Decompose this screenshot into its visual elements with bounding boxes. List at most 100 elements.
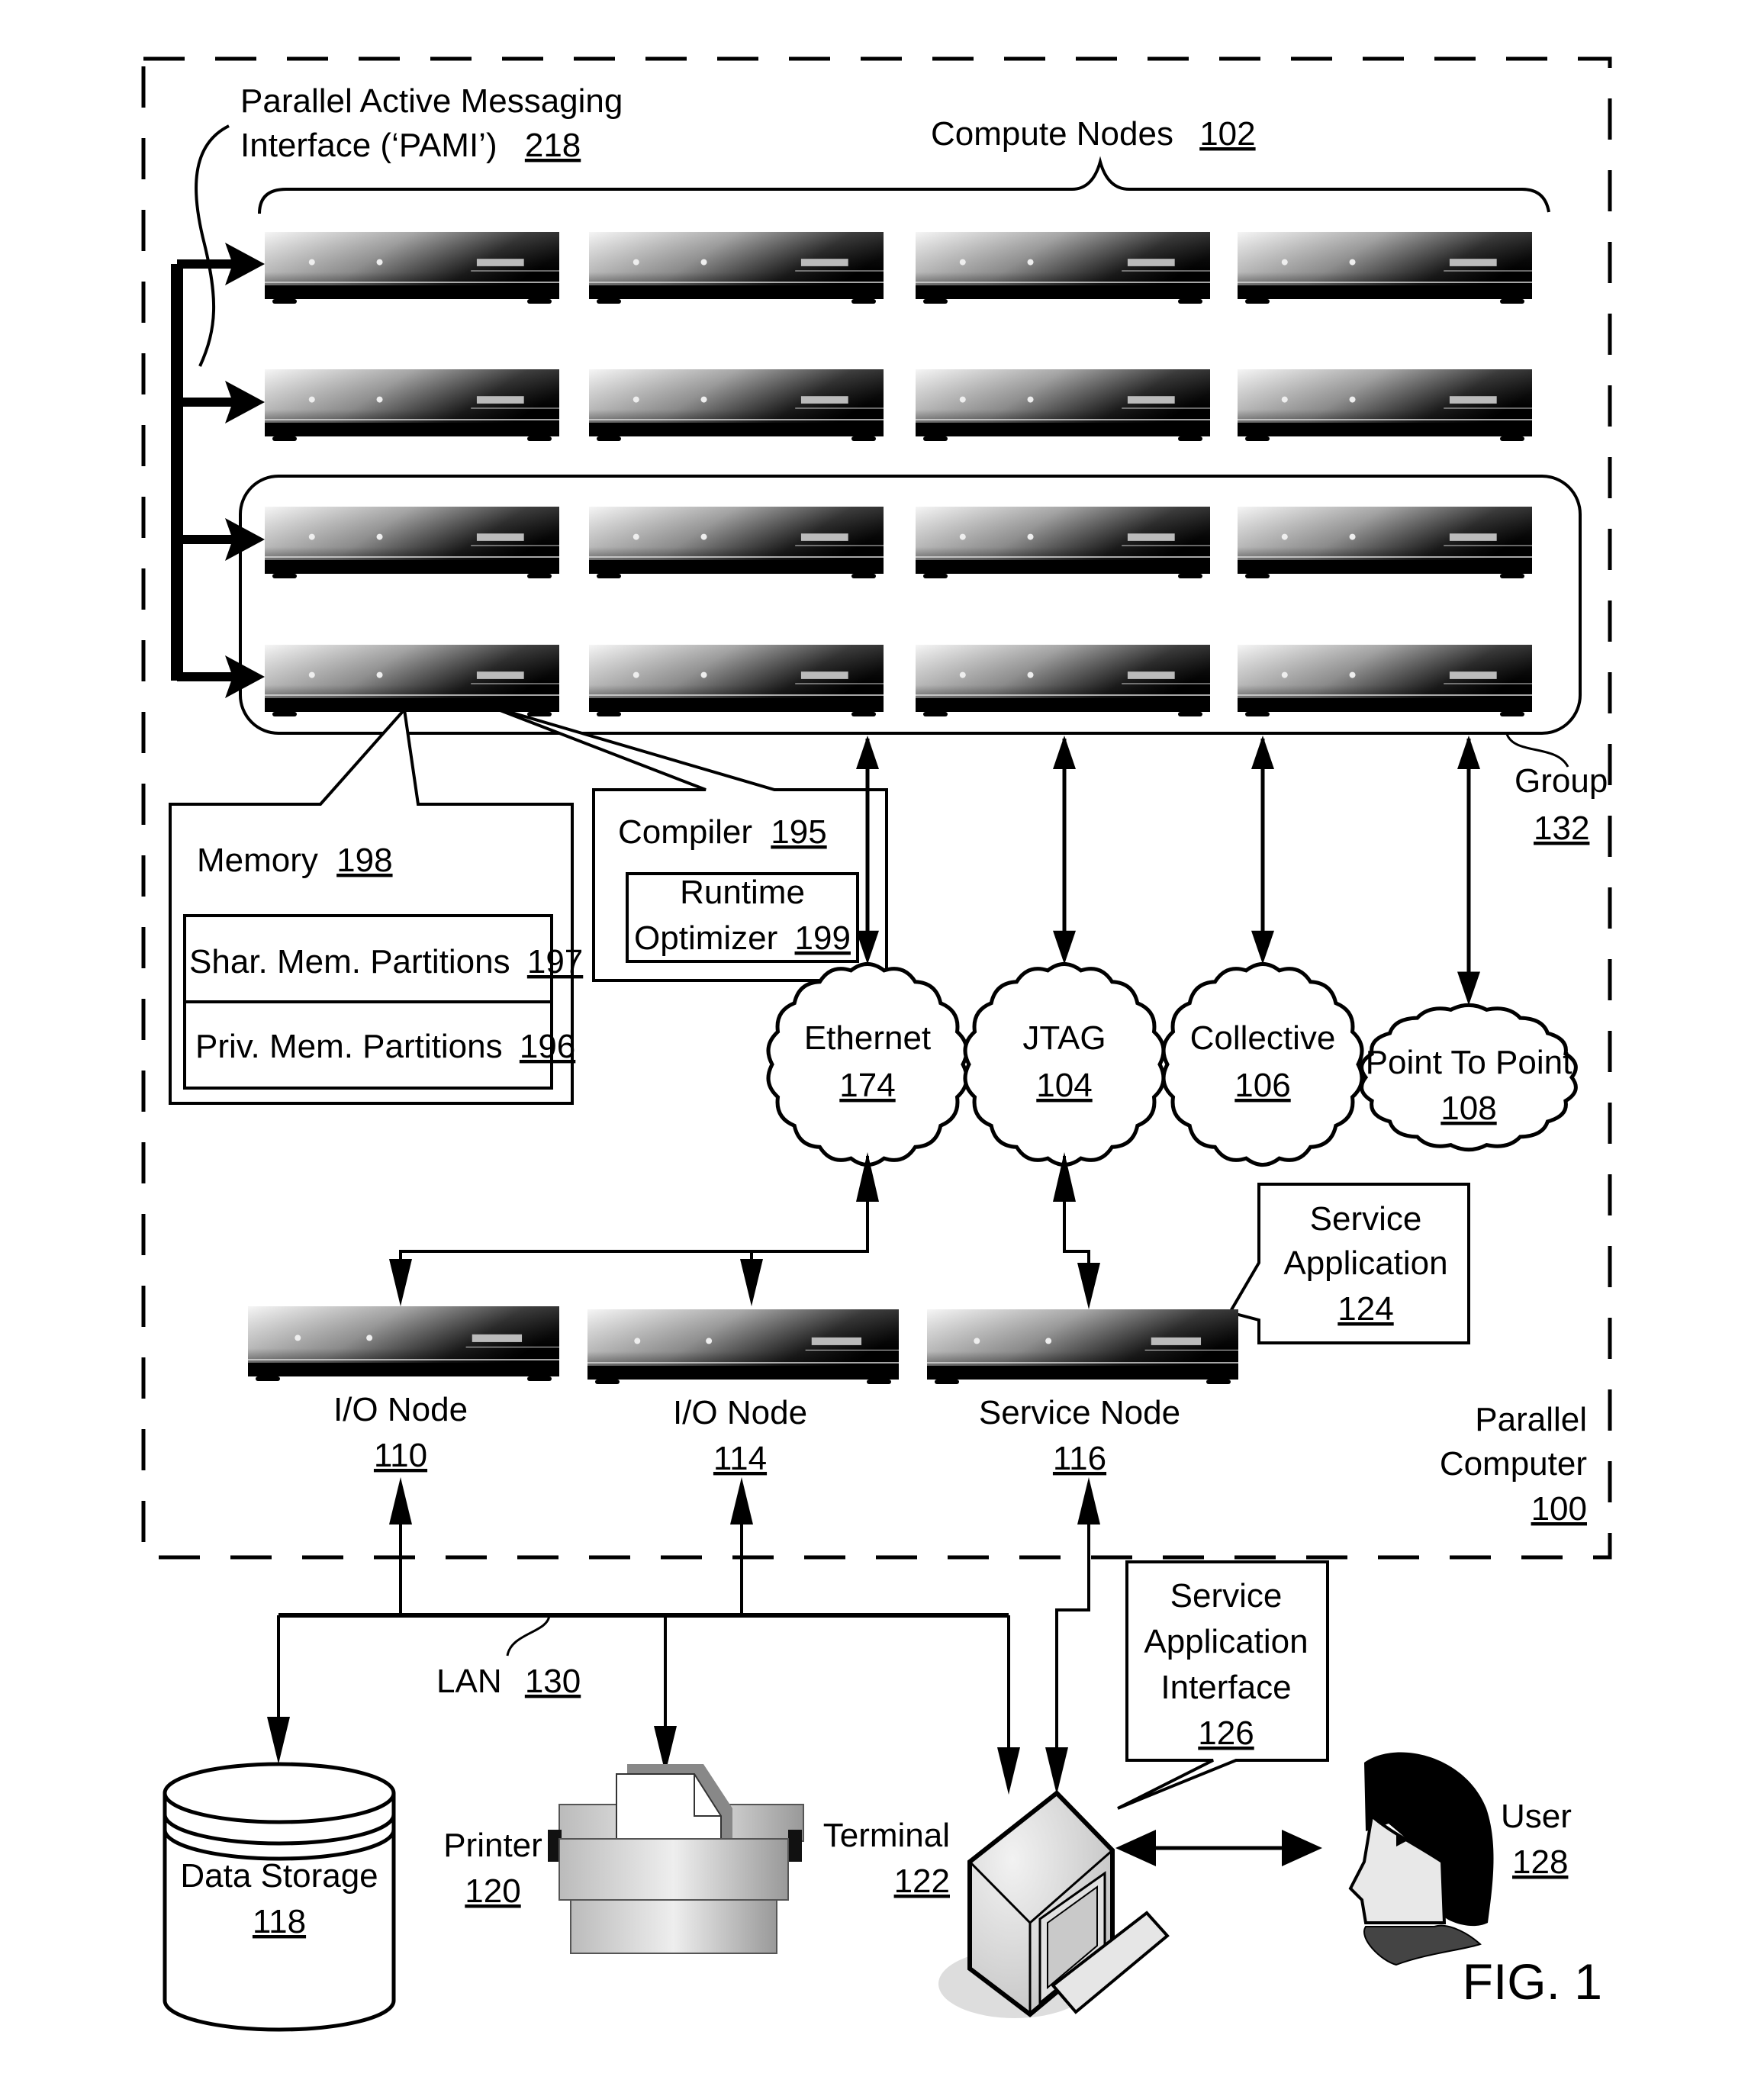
led-icon	[1027, 671, 1034, 678]
foot	[272, 574, 297, 578]
parallel-computer-ref: 100	[1531, 1490, 1587, 1528]
drive-bay-icon	[800, 259, 848, 266]
lan-ref: 130	[525, 1663, 581, 1700]
figure-title: FIG. 1	[1463, 1953, 1602, 2010]
foot	[1500, 574, 1524, 578]
foot	[923, 574, 948, 578]
data-storage-label: Data Storage	[180, 1857, 378, 1895]
arrow-icon	[997, 1747, 1020, 1795]
pami-ref: 218	[525, 127, 581, 164]
foot	[1245, 436, 1270, 441]
runtime-optimizer-line2: Optimizer	[634, 919, 777, 957]
led-icon	[1281, 671, 1288, 678]
drive-bay-icon	[476, 396, 524, 404]
led-icon	[376, 259, 383, 266]
led-icon	[974, 1338, 980, 1344]
printer-icon: Printer 120	[443, 1764, 804, 1954]
compute-node	[589, 645, 884, 716]
led-icon	[376, 533, 383, 540]
network-label: Point To Point	[1366, 1044, 1572, 1081]
led-icon	[1281, 396, 1288, 403]
compute-node	[1238, 369, 1532, 441]
foot	[851, 574, 876, 578]
drive-bay-icon	[1151, 1337, 1202, 1345]
svg-text:LAN 130: LAN 130	[436, 1663, 581, 1700]
foot	[597, 574, 621, 578]
sai-line3: Interface	[1160, 1669, 1291, 1706]
led-icon	[1349, 396, 1356, 403]
network-jtag: JTAG 104	[963, 736, 1166, 1167]
led-icon	[1027, 259, 1034, 266]
compute-node	[916, 232, 1210, 304]
compute-nodes-brace	[258, 156, 1550, 214]
foot	[1500, 436, 1524, 441]
drive-bay-icon	[1127, 396, 1175, 404]
compute-nodes-label: Compute Nodes 102	[931, 115, 1256, 153]
compute-nodes-ref: 102	[1199, 115, 1255, 153]
foot	[1245, 574, 1270, 578]
pami-label-line2: Interface (‘PAMI’)	[240, 127, 497, 164]
pami-label-line1: Parallel Active Messaging	[240, 82, 623, 120]
sai-line2: Application	[1144, 1623, 1308, 1660]
led-icon	[633, 259, 639, 266]
arrow-down-icon	[1053, 930, 1076, 964]
lan-label: LAN	[436, 1663, 502, 1700]
compute-node	[1238, 232, 1532, 304]
arrow-icon	[740, 1259, 763, 1306]
foot	[595, 1380, 620, 1384]
foot	[1206, 1380, 1231, 1384]
led-icon	[295, 1335, 301, 1341]
arrow-up-icon	[856, 736, 879, 769]
drive-bay-icon	[800, 396, 848, 404]
drive-bay-icon	[1449, 259, 1497, 266]
compute-node	[916, 507, 1210, 578]
terminal-user-link	[1115, 1830, 1322, 1866]
service-node-116-ref: 116	[1053, 1440, 1106, 1477]
cloud-icon	[963, 961, 1166, 1167]
arrow-down-icon	[1457, 971, 1480, 1006]
arrow-down-icon	[1251, 930, 1274, 964]
led-icon	[700, 259, 707, 266]
parallel-computer-diagram: Parallel Active Messaging Interface (‘PA…	[141, 56, 1612, 2032]
drive-bay-icon	[472, 1334, 523, 1342]
io-node-114	[587, 1309, 899, 1384]
memory-callout: Memory 198 Shar. Mem. Partitions 197 Pri…	[169, 706, 583, 1105]
printer-label: Printer	[443, 1827, 542, 1864]
svg-text:Optimizer 199: Optimizer 199	[634, 919, 851, 957]
foot	[272, 436, 297, 441]
runtime-optimizer-line1: Runtime	[680, 874, 805, 911]
compiler-ref: 195	[771, 813, 826, 851]
network-ref: 106	[1234, 1067, 1290, 1104]
lan-leader-curve	[506, 1615, 551, 1657]
service-application-line1: Service	[1310, 1200, 1422, 1238]
led-icon	[633, 671, 639, 678]
foot	[527, 436, 552, 441]
cloud-icon	[1161, 961, 1364, 1167]
svg-text:Interface (‘PAMI’) 218: Interface (‘PAMI’) 218	[240, 127, 581, 164]
compute-node	[589, 369, 884, 441]
foot	[1245, 712, 1270, 716]
io-and-service-nodes: I/O Node 110 I/O Node 114 Service Node 116	[248, 1306, 1238, 1477]
pami-leader-curve	[195, 124, 230, 367]
foot	[597, 436, 621, 441]
service-application-callout: Service Application 124	[1227, 1183, 1470, 1344]
foot	[867, 1380, 891, 1384]
cloud-icon	[766, 961, 969, 1167]
terminal-icon: Terminal 122	[823, 1789, 1170, 2018]
drive-bay-icon	[800, 533, 848, 541]
foot	[597, 712, 621, 716]
sai-line1: Service	[1170, 1577, 1283, 1615]
foot	[935, 1380, 959, 1384]
led-icon	[1027, 533, 1034, 540]
io-node-110	[248, 1306, 559, 1381]
led-icon	[959, 259, 966, 266]
drive-bay-icon	[476, 259, 524, 266]
led-icon	[1281, 259, 1288, 266]
network-label: Collective	[1190, 1019, 1336, 1057]
led-icon	[634, 1338, 641, 1344]
data-storage-icon: Data Storage 118	[163, 1762, 396, 2032]
network-collective: Collective 106	[1161, 736, 1364, 1167]
arrow-icon	[267, 1717, 290, 1764]
compute-node	[916, 369, 1210, 441]
arrow-up-icon	[1053, 736, 1076, 769]
